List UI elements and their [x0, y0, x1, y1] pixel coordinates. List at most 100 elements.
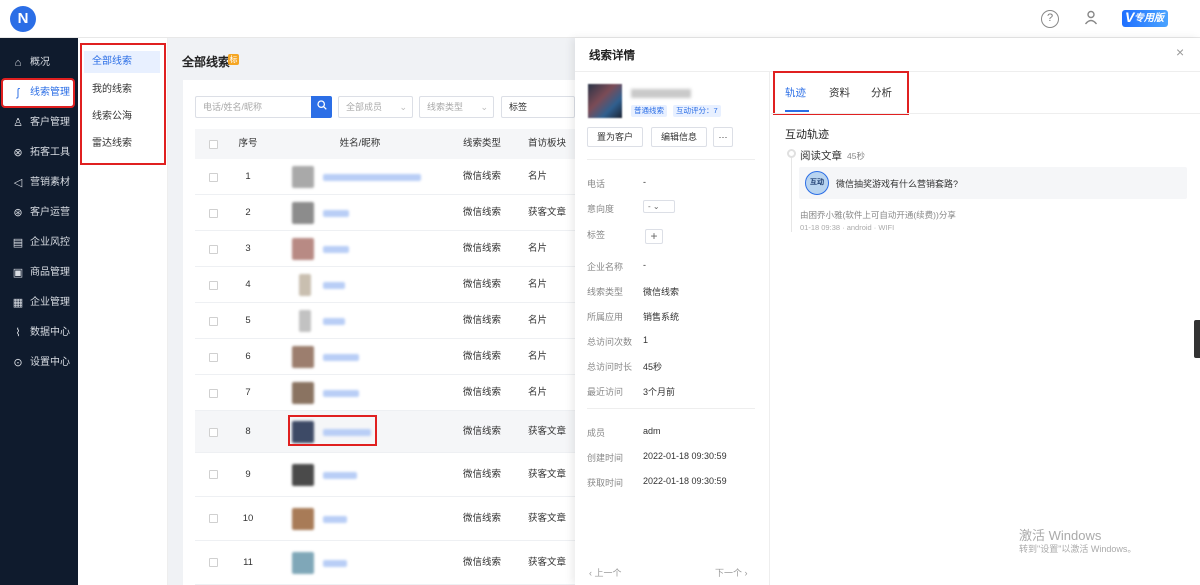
- app-logo[interactable]: N: [10, 6, 36, 32]
- row-checkbox[interactable]: [209, 558, 218, 567]
- intent-select[interactable]: - ⌄: [643, 200, 675, 213]
- sidebar-item-risk[interactable]: ▤ 企业风控: [0, 230, 78, 256]
- edit-info-button[interactable]: 编辑信息: [651, 127, 707, 147]
- row-checkbox[interactable]: [209, 514, 218, 523]
- help-icon[interactable]: ?: [1041, 10, 1059, 28]
- avatar: [299, 310, 311, 332]
- table-row[interactable]: 3 微信线索 名片: [195, 231, 575, 267]
- article-thumbnail: 互动: [805, 171, 829, 195]
- article-title: 微信抽奖游戏有什么营销套路?: [836, 179, 959, 189]
- tab-track[interactable]: 轨迹: [785, 85, 806, 100]
- lead-type: 微信线索: [462, 243, 501, 254]
- row-checkbox[interactable]: [209, 389, 218, 398]
- leads-table-card: 电话/姓名/昵称 全部成员 ⌄ 线索类型 ⌄ 标签 序号 姓名/昵称 线索类型 首访…: [183, 80, 575, 585]
- prev-lead-link[interactable]: ‹ 上一个: [589, 566, 622, 579]
- lead-type: 微信线索: [462, 171, 501, 182]
- visit-count-label: 总访问次数: [587, 337, 633, 347]
- row-checkbox[interactable]: [209, 209, 218, 218]
- submenu-item-my-leads[interactable]: 我的线索: [84, 79, 160, 101]
- sidebar-item-enterprise[interactable]: ▦ 企业管理: [0, 290, 78, 316]
- row-checkbox[interactable]: [209, 353, 218, 362]
- sidebar-item-customers[interactable]: ♙ 客户管理: [0, 110, 78, 136]
- member-value: adm: [643, 426, 661, 436]
- table-row[interactable]: 7 微信线索 名片: [195, 375, 575, 411]
- sidebar-item-materials[interactable]: ◁ 营销素材: [0, 170, 78, 196]
- lead-type: 微信线索: [462, 207, 501, 218]
- next-lead-link[interactable]: 下一个 ›: [715, 566, 748, 579]
- sidebar-item-data[interactable]: ⌇ 数据中心: [0, 320, 78, 346]
- row-checkbox[interactable]: [209, 173, 218, 182]
- sidebar-item-overview[interactable]: ⌂ 概况: [0, 50, 78, 76]
- table-row[interactable]: 4 微信线索 名片: [195, 267, 575, 303]
- divider: [587, 408, 755, 409]
- company-label: 企业名称: [587, 262, 624, 272]
- submenu-item-radar-leads[interactable]: 雷达线索: [84, 133, 160, 155]
- set-as-customer-button[interactable]: 置为客户: [587, 127, 643, 147]
- first-visit-board: 名片: [528, 279, 548, 290]
- avatar: [299, 274, 311, 296]
- column-header-index: 序号: [238, 138, 258, 149]
- table-row[interactable]: 6 微信线索 名片: [195, 339, 575, 375]
- more-button[interactable]: ···: [713, 127, 733, 147]
- lead-name: [631, 89, 691, 98]
- sidebar-item-goods[interactable]: ▣ 商品管理: [0, 260, 78, 286]
- member-select[interactable]: 全部成员 ⌄: [338, 96, 413, 118]
- goods-icon: ▣: [12, 267, 24, 279]
- lead-name[interactable]: [323, 282, 345, 289]
- sidebar-item-settings[interactable]: ⊙ 设置中心: [0, 350, 78, 376]
- briefcase-icon: ▦: [12, 297, 24, 309]
- sidebar-item-tools[interactable]: ⊗ 拓客工具: [0, 140, 78, 166]
- row-checkbox[interactable]: [209, 428, 218, 437]
- top-bar: N ? 专用版: [0, 0, 1200, 38]
- side-float-tab[interactable]: [1194, 320, 1200, 358]
- table-row[interactable]: 5 微信线索 名片: [195, 303, 575, 339]
- row-checkbox[interactable]: [209, 245, 218, 254]
- lead-type-select[interactable]: 线索类型 ⌄: [419, 96, 494, 118]
- page-title: 全部线索: [182, 55, 231, 69]
- lead-name[interactable]: [323, 210, 349, 217]
- lead-name[interactable]: [323, 560, 347, 567]
- close-icon[interactable]: ×: [1176, 44, 1184, 60]
- sidebar-item-operations[interactable]: ⊛ 客户运营: [0, 200, 78, 226]
- sidebar-item-label: 客户运营: [30, 207, 70, 218]
- search-button[interactable]: [311, 96, 332, 118]
- user-icon[interactable]: [1082, 10, 1100, 28]
- article-card[interactable]: 互动 微信抽奖游戏有什么营销套路?: [799, 167, 1187, 199]
- add-tag-button[interactable]: +: [645, 229, 663, 244]
- first-visit-board: 获客文章: [528, 207, 567, 218]
- selected-lead-highlight: [288, 415, 377, 446]
- sidebar-item-leads[interactable]: ʃ 线索管理: [1, 78, 75, 108]
- table-row[interactable]: 1 微信线索 名片: [195, 159, 575, 195]
- title-tag-badge: 标: [228, 54, 239, 65]
- search-input[interactable]: 电话/姓名/昵称: [195, 96, 311, 118]
- submenu-item-all-leads[interactable]: 全部线索: [84, 51, 160, 73]
- tag-select[interactable]: 标签: [501, 96, 575, 118]
- avatar: [292, 508, 314, 530]
- sidebar-item-label: 线索管理: [30, 87, 70, 98]
- table-row[interactable]: 10 微信线索 获客文章: [195, 497, 575, 541]
- lead-name[interactable]: [323, 174, 421, 181]
- tab-profile[interactable]: 资料: [829, 85, 850, 100]
- table-row[interactable]: 2 微信线索 获客文章: [195, 195, 575, 231]
- lead-info-pane: 普通线索 互动评分：7 置为客户 编辑信息 ··· 电话 - 意向度 - ⌄ 标…: [575, 72, 770, 585]
- lead-name[interactable]: [323, 516, 347, 523]
- lead-type: 微信线索: [462, 513, 501, 524]
- lead-name[interactable]: [323, 246, 349, 253]
- lead-type: 微信线索: [462, 557, 501, 568]
- tab-analysis[interactable]: 分析: [871, 85, 892, 100]
- column-header-name: 姓名/昵称: [339, 138, 381, 149]
- table-row[interactable]: 11 微信线索 获客文章: [195, 541, 575, 585]
- column-header-type: 线索类型: [462, 138, 501, 149]
- lead-name[interactable]: [323, 472, 357, 479]
- submenu-item-lead-pool[interactable]: 线索公海: [84, 106, 160, 128]
- lead-name[interactable]: [323, 390, 359, 397]
- table-row-selected[interactable]: 8 微信线索 获客文章: [195, 411, 575, 453]
- row-checkbox[interactable]: [209, 470, 218, 479]
- row-checkbox[interactable]: [209, 317, 218, 326]
- table-row[interactable]: 9 微信线索 获客文章: [195, 453, 575, 497]
- select-all-checkbox[interactable]: [209, 140, 218, 149]
- divider: [771, 113, 1200, 114]
- lead-name[interactable]: [323, 354, 359, 361]
- row-checkbox[interactable]: [209, 281, 218, 290]
- lead-name[interactable]: [323, 318, 345, 325]
